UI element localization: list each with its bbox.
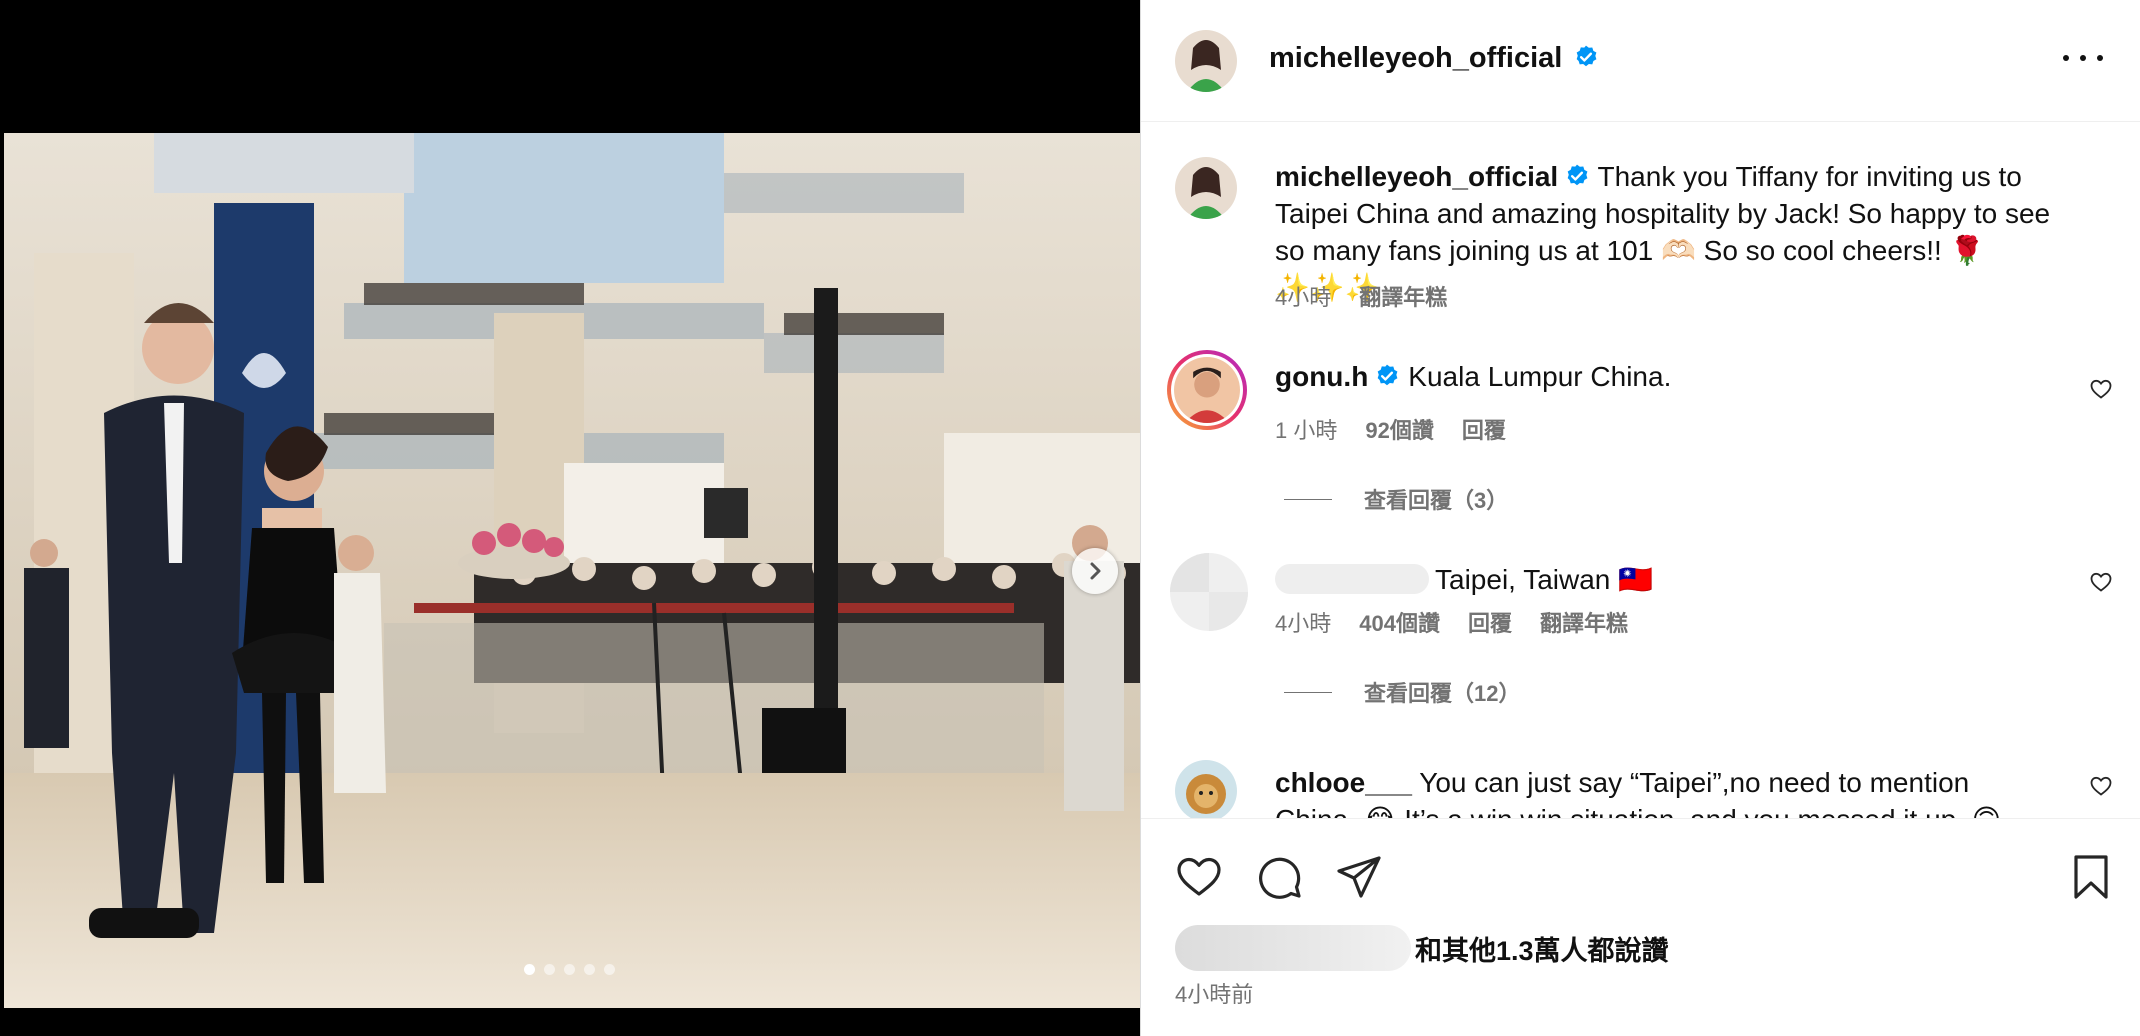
post-action-bar: 和其他1.3萬人都說讚 4小時前 xyxy=(1141,818,2140,1036)
likes-text: 和其他1.3萬人都說讚 xyxy=(1415,935,1669,966)
heart-icon[interactable] xyxy=(2089,570,2113,594)
comment-text: Taipei, Taiwan 🇹🇼 xyxy=(1435,564,1654,595)
comment-text-block: chlooe___ You can just say “Taipei”,no n… xyxy=(1275,764,2055,818)
view-replies-button[interactable]: 查看回覆（3） xyxy=(1284,483,1508,515)
comment-text-block: gonu.h Kuala Lumpur China. xyxy=(1275,358,2055,395)
like-button[interactable] xyxy=(1175,853,1223,901)
like-summary[interactable]: 和其他1.3萬人都說讚 xyxy=(1175,925,1669,971)
author-username[interactable]: michelleyeoh_official xyxy=(1269,42,1562,74)
comment-meta: 4小時 404個讚 回覆 翻譯年糕 xyxy=(1275,606,1628,638)
carousel-dot xyxy=(604,964,615,975)
verified-badge-icon xyxy=(1567,164,1588,186)
comment-button[interactable] xyxy=(1255,853,1303,901)
blurred-username[interactable] xyxy=(1275,564,1429,594)
liker-avatars-blurred xyxy=(1175,925,1411,971)
commenter-username[interactable]: chlooe___ xyxy=(1275,767,1412,798)
carousel-dot xyxy=(524,964,535,975)
post-media xyxy=(0,0,1140,1036)
comment-text-block: Taipei, Taiwan 🇹🇼 xyxy=(1275,561,2055,598)
translate-button[interactable]: 翻譯年糕 xyxy=(1359,280,1447,312)
caption-username[interactable]: michelleyeoh_official xyxy=(1275,161,1558,192)
commenter-avatar[interactable] xyxy=(1175,760,1237,818)
carousel-dot xyxy=(564,964,575,975)
more-horizontal-icon xyxy=(2063,55,2069,61)
comment-time: 1 小時 xyxy=(1275,418,1338,443)
heart-icon[interactable] xyxy=(2089,774,2113,798)
post-timestamp[interactable]: 4小時前 xyxy=(1175,977,1253,1009)
commenter-avatar[interactable] xyxy=(1170,553,1248,631)
post-side-panel: michelleyeoh_official michelleyeoh_offic… xyxy=(1140,0,2140,1036)
comment-like-count[interactable]: 92個讚 xyxy=(1365,413,1433,445)
post-header: michelleyeoh_official xyxy=(1141,0,2140,122)
commenter-username[interactable]: gonu.h xyxy=(1275,361,1368,392)
comment-meta: 1 小時 92個讚 回覆 xyxy=(1275,413,1506,445)
view-replies-button[interactable]: 查看回覆（12） xyxy=(1284,676,1520,708)
share-button[interactable] xyxy=(1335,853,1383,901)
more-options-button[interactable] xyxy=(2063,48,2103,68)
comment-text: Kuala Lumpur China. xyxy=(1408,361,1672,392)
verified-badge-icon xyxy=(1576,45,1597,67)
comments-list[interactable]: michelleyeoh_official Thank you Tiffany … xyxy=(1141,123,2140,818)
bookmark-icon xyxy=(2074,855,2108,899)
post-photo[interactable] xyxy=(4,133,1140,1008)
reply-button[interactable]: 回覆 xyxy=(1462,413,1506,445)
caption-time: 4小時 xyxy=(1275,285,1332,310)
author-avatar[interactable] xyxy=(1175,30,1237,92)
comment-time: 4小時 xyxy=(1275,611,1332,636)
chevron-right-icon xyxy=(1090,562,1101,580)
save-button[interactable] xyxy=(2067,853,2115,901)
caption-avatar[interactable] xyxy=(1175,157,1237,219)
commenter-avatar[interactable] xyxy=(1167,350,1247,430)
caption-meta: 4小時 翻譯年糕 xyxy=(1275,280,1447,312)
heart-icon[interactable] xyxy=(2089,377,2113,401)
reply-button[interactable]: 回覆 xyxy=(1468,606,1512,638)
verified-badge-icon xyxy=(1377,364,1398,386)
comment-like-count[interactable]: 404個讚 xyxy=(1359,606,1440,638)
carousel-dot xyxy=(544,964,555,975)
translate-button[interactable]: 翻譯年糕 xyxy=(1540,606,1628,638)
carousel-indicator xyxy=(524,964,615,975)
next-slide-button[interactable] xyxy=(1072,548,1118,594)
send-icon xyxy=(1337,856,1381,898)
heart-icon xyxy=(1177,857,1221,896)
carousel-dot xyxy=(584,964,595,975)
comment-icon xyxy=(1259,857,1301,899)
